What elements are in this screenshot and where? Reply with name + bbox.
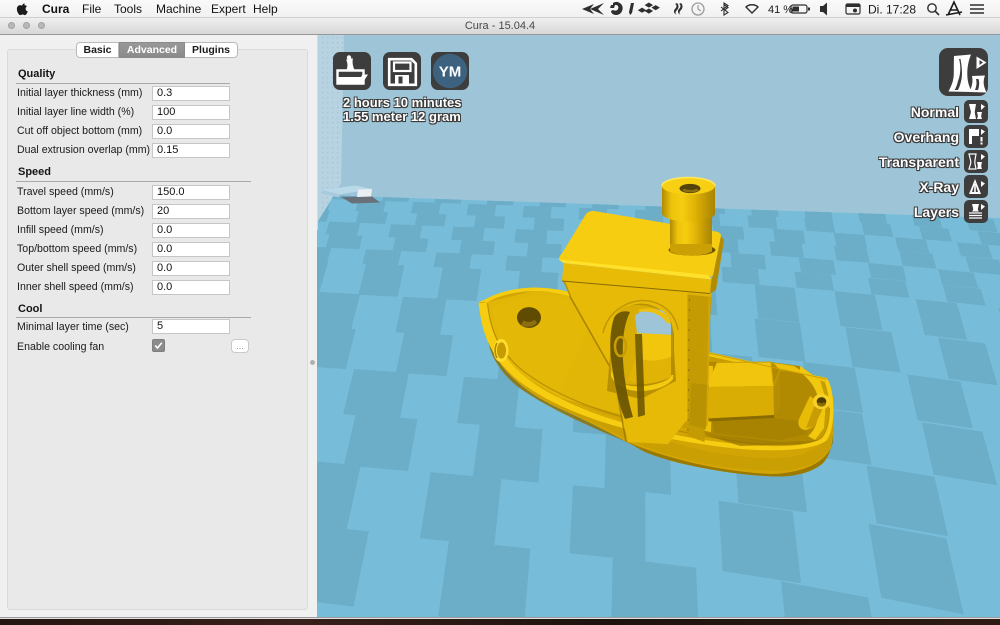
svg-text:Di. 17:28: Di. 17:28 (868, 3, 916, 17)
svg-text:YM: YM (439, 64, 462, 81)
svg-text:41 %: 41 % (768, 4, 793, 16)
